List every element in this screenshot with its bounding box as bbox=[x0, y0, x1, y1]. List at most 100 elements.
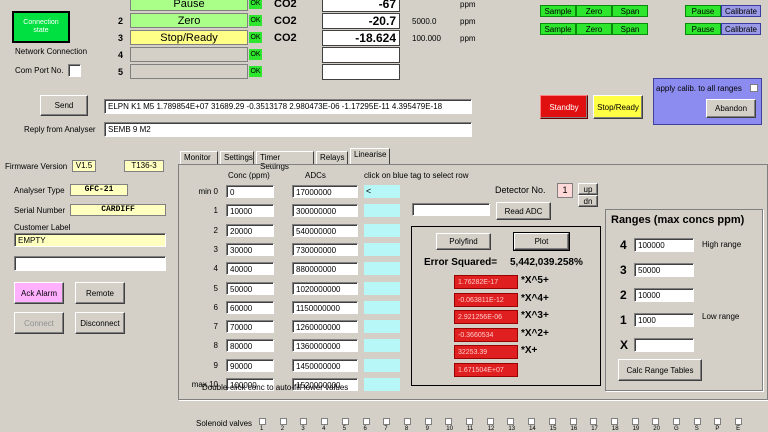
row-select-tag[interactable] bbox=[364, 281, 400, 295]
solenoid-valve-checkbox[interactable] bbox=[714, 418, 722, 425]
solenoid-valve-checkbox[interactable] bbox=[631, 418, 639, 425]
solenoid-valve-checkbox[interactable] bbox=[341, 418, 349, 425]
gas-row-number: 3 bbox=[118, 33, 124, 43]
solenoid-valve-checkbox[interactable] bbox=[259, 418, 266, 425]
adc-input[interactable]: 1450000000 bbox=[292, 358, 358, 372]
solenoid-valve-label: 7 bbox=[384, 426, 388, 432]
detector-down-button[interactable]: dn bbox=[578, 195, 598, 207]
conc-input[interactable]: 50000 bbox=[226, 281, 274, 295]
gas-name-field[interactable]: Stop/Ready bbox=[130, 30, 248, 45]
conc-input[interactable]: 40000 bbox=[226, 262, 274, 276]
span-button-2[interactable]: Span bbox=[612, 23, 648, 35]
solenoid-valve-checkbox[interactable] bbox=[486, 418, 494, 425]
zero-button-1[interactable]: Zero bbox=[576, 5, 612, 17]
detector-up-button[interactable]: up bbox=[578, 183, 598, 195]
sample-button-2[interactable]: Sample bbox=[540, 23, 576, 35]
adc-input[interactable]: 300000000 bbox=[292, 204, 358, 218]
calc-range-tables-button[interactable]: Calc Range Tables bbox=[618, 359, 702, 381]
apply-calib-checkbox[interactable] bbox=[750, 84, 758, 92]
solenoid-valve-checkbox[interactable] bbox=[321, 418, 329, 425]
gas-name-field[interactable] bbox=[130, 47, 248, 62]
adc-input[interactable]: 17000000 bbox=[292, 185, 358, 198]
tab-settings[interactable]: Settings bbox=[220, 151, 254, 164]
send-button[interactable]: Send bbox=[40, 95, 88, 116]
connect-button[interactable]: Connect bbox=[14, 312, 64, 334]
solenoid-valve-checkbox[interactable] bbox=[673, 418, 680, 425]
solenoid-valve-checkbox[interactable] bbox=[507, 418, 515, 425]
solenoid-valve-checkbox[interactable] bbox=[424, 418, 432, 425]
conc-input[interactable]: 80000 bbox=[226, 339, 274, 353]
span-button-1[interactable]: Span bbox=[612, 5, 648, 17]
solenoid-valve-checkbox[interactable] bbox=[445, 418, 453, 425]
row-select-tag[interactable] bbox=[364, 204, 400, 218]
solenoid-valve-checkbox[interactable] bbox=[362, 418, 370, 425]
disconnect-button[interactable]: Disconnect bbox=[75, 312, 125, 334]
com-port-field[interactable] bbox=[68, 64, 81, 77]
adc-input[interactable]: 1020000000 bbox=[292, 281, 358, 295]
gas-name-field[interactable]: Zero bbox=[130, 13, 248, 28]
remote-button[interactable]: Remote bbox=[75, 282, 125, 304]
solenoid-valve-checkbox[interactable] bbox=[403, 418, 411, 425]
gas-name-field[interactable]: Pause bbox=[130, 0, 248, 11]
adc-input[interactable]: 1260000000 bbox=[292, 320, 358, 334]
conc-input[interactable]: 30000 bbox=[226, 242, 274, 256]
conc-input[interactable]: 90000 bbox=[226, 358, 274, 372]
tab-monitor[interactable]: Monitor bbox=[180, 151, 218, 164]
standby-button[interactable]: Standby bbox=[540, 95, 588, 119]
solenoid-valve-checkbox[interactable] bbox=[590, 418, 598, 425]
solenoid-valve-checkbox[interactable] bbox=[383, 418, 391, 425]
range-input[interactable]: 100000 bbox=[634, 238, 694, 252]
abandon-button[interactable]: Abandon bbox=[706, 99, 756, 118]
solenoid-valve-checkbox[interactable] bbox=[466, 418, 473, 425]
range-input[interactable] bbox=[634, 338, 694, 352]
customer-label-field[interactable]: EMPTY bbox=[14, 233, 166, 247]
gas-name-field[interactable] bbox=[130, 64, 248, 79]
adc-input[interactable]: 540000000 bbox=[292, 223, 358, 237]
solenoid-valve-checkbox[interactable] bbox=[528, 418, 536, 425]
solenoid-valve-checkbox[interactable] bbox=[548, 418, 556, 425]
adc-input[interactable]: 730000000 bbox=[292, 242, 358, 256]
pause-button-2[interactable]: Pause bbox=[685, 23, 721, 35]
solenoid-valve-checkbox[interactable] bbox=[735, 418, 743, 425]
solenoid-valve-checkbox[interactable] bbox=[279, 418, 287, 425]
calibrate-button-2[interactable]: Calibrate bbox=[721, 23, 761, 35]
polyfind-button[interactable]: Polyfind bbox=[436, 233, 491, 250]
row-select-tag[interactable] bbox=[364, 262, 400, 276]
adc-input[interactable]: 880000000 bbox=[292, 262, 358, 276]
solenoid-valve-checkbox[interactable] bbox=[610, 418, 618, 425]
zero-button-2[interactable]: Zero bbox=[576, 23, 612, 35]
conc-input[interactable]: 10000 bbox=[226, 204, 274, 218]
tab-linearise[interactable]: Linearise bbox=[350, 148, 390, 164]
row-select-tag[interactable] bbox=[364, 320, 400, 334]
adc-input[interactable]: 1150000000 bbox=[292, 300, 358, 314]
read-adc-button[interactable]: Read ADC bbox=[496, 202, 551, 220]
tab-timer-settings[interactable]: Timer Settings bbox=[256, 151, 314, 171]
solenoid-valve-checkbox[interactable] bbox=[693, 418, 701, 425]
range-input[interactable]: 10000 bbox=[634, 288, 694, 302]
command-field[interactable]: ELPN K1 M5 1.789854E+07 31689.29 -0.3513… bbox=[104, 99, 472, 114]
row-select-tag[interactable]: < bbox=[364, 185, 400, 198]
solenoid-valve-checkbox[interactable] bbox=[300, 418, 308, 425]
ack-alarm-button[interactable]: Ack Alarm bbox=[14, 282, 64, 304]
solenoid-valve-checkbox[interactable] bbox=[652, 418, 660, 425]
adc-input[interactable]: 1360000000 bbox=[292, 339, 358, 353]
stop-ready-button[interactable]: Stop/Ready bbox=[593, 95, 643, 119]
range-input[interactable]: 1000 bbox=[634, 313, 694, 327]
tab-relays[interactable]: Relays bbox=[316, 151, 348, 164]
row-select-tag[interactable] bbox=[364, 300, 400, 314]
row-select-tag[interactable] bbox=[364, 339, 400, 353]
pause-button-1[interactable]: Pause bbox=[685, 5, 721, 17]
range-input[interactable]: 50000 bbox=[634, 263, 694, 277]
row-select-tag[interactable] bbox=[364, 223, 400, 237]
sample-button-1[interactable]: Sample bbox=[540, 5, 576, 17]
plot-button[interactable]: Plot bbox=[513, 232, 570, 251]
calibrate-button-1[interactable]: Calibrate bbox=[721, 5, 761, 17]
conc-input[interactable]: 20000 bbox=[226, 223, 274, 237]
row-select-tag[interactable] bbox=[364, 358, 400, 372]
row-select-tag[interactable] bbox=[364, 378, 400, 391]
solenoid-valve-checkbox[interactable] bbox=[569, 418, 577, 425]
row-select-tag[interactable] bbox=[364, 242, 400, 256]
conc-input[interactable]: 60000 bbox=[226, 300, 274, 314]
conc-input[interactable]: 0 bbox=[226, 185, 274, 198]
conc-input[interactable]: 70000 bbox=[226, 320, 274, 334]
